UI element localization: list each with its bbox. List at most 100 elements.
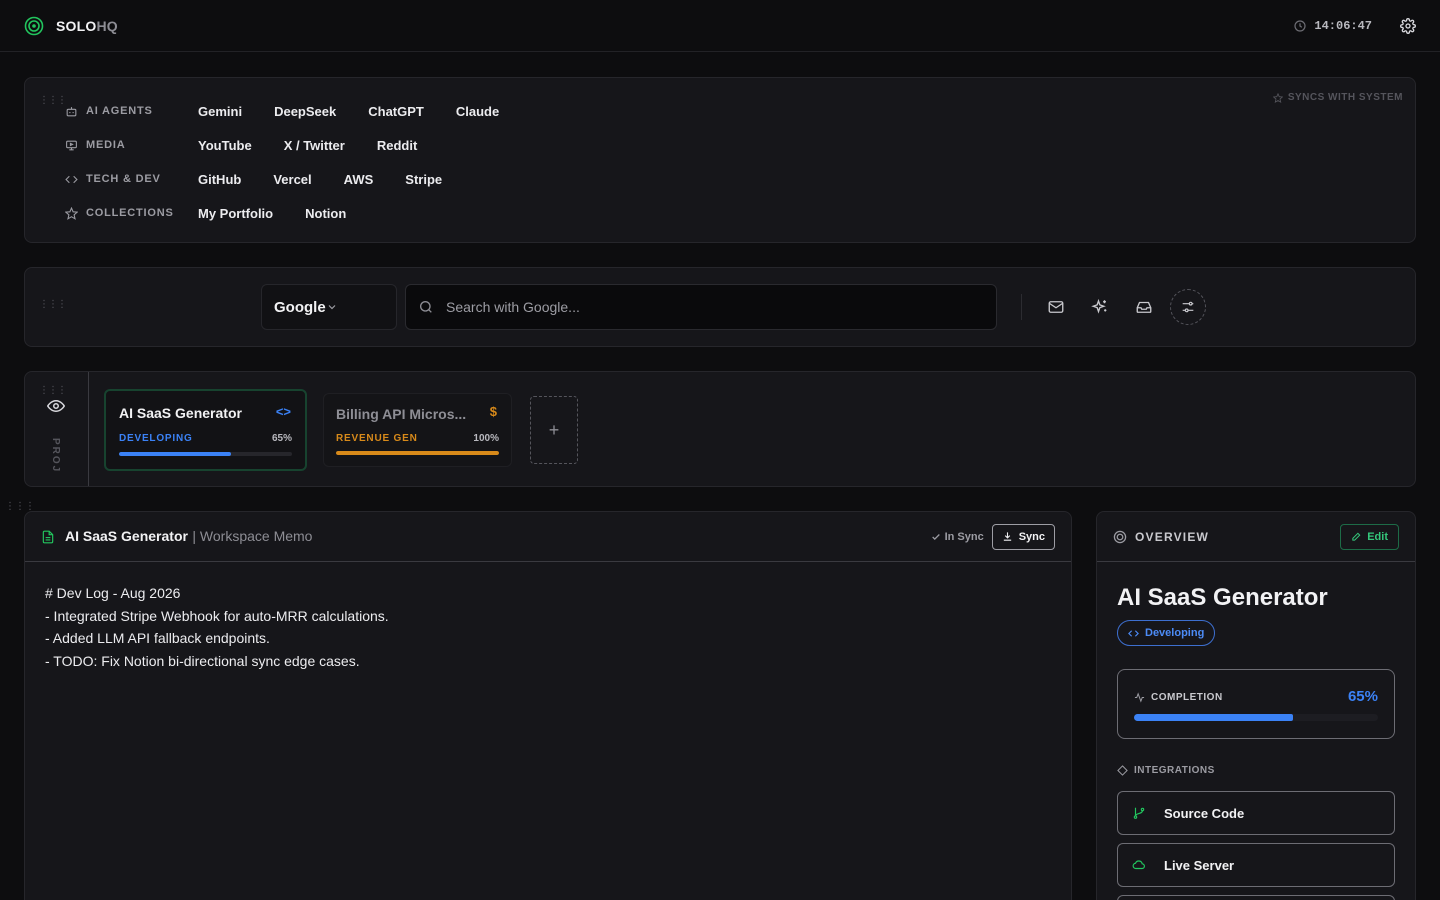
search-input[interactable] [446,299,966,315]
bookmark-row-collections: COLLECTIONS My Portfolio Notion [65,203,362,223]
monitor-icon [65,139,78,152]
inbox-button[interactable] [1126,289,1162,325]
category-media: MEDIA [65,139,198,152]
search-panel: ⋮⋮⋮ Google [24,267,1416,347]
category-label: COLLECTIONS [86,207,174,219]
integration-live-server[interactable]: Live Server [1117,843,1395,887]
bookmark-chatgpt[interactable]: ChatGPT [352,104,440,119]
bookmark-claude[interactable]: Claude [440,104,515,119]
category-label: TECH & DEV [86,173,161,185]
project-title: Billing API Micros... [336,406,467,422]
integration-source-code[interactable]: Source Code [1117,791,1395,835]
bookmark-row-ai-agents: AI AGENTS Gemini DeepSeek ChatGPT Claude [65,101,515,121]
bookmark-my-portfolio[interactable]: My Portfolio [198,206,289,221]
bookmark-stripe[interactable]: Stripe [389,172,458,187]
code-icon [1128,628,1139,639]
status-badge-label: Developing [1145,627,1205,639]
project-meta: REVENUE GEN 100% [336,433,499,444]
drag-handle-icon[interactable]: ⋮⋮⋮ [39,96,67,106]
edit-button[interactable]: Edit [1340,523,1399,550]
completion-card: COMPLETION 65% [1117,669,1395,739]
bookmarks-panel: ⋮⋮⋮ SYNCS WITH SYSTEM AI AGENTS Gemini D… [24,77,1416,243]
memo-line: - Added LLM API fallback endpoints. [45,630,270,646]
bookmark-x-twitter[interactable]: X / Twitter [268,138,361,153]
bookmark-reddit[interactable]: Reddit [361,138,433,153]
cloud-icon [1132,858,1146,872]
memo-subtitle: | Workspace Memo [192,527,313,544]
projects-panel: ⋮⋮⋮ PROJ AI SaaS Generator <> DEVELOPING… [24,371,1416,487]
search-icon [418,299,434,315]
project-status: DEVELOPING [119,433,193,444]
overview-header: OVERVIEW Edit [1097,512,1415,562]
brand-name-secondary: HQ [96,17,118,34]
memo-title: AI SaaS Generator [65,527,188,544]
bookmark-aws[interactable]: AWS [328,172,390,187]
bookmark-vercel[interactable]: Vercel [257,172,327,187]
category-label: AI AGENTS [86,105,153,117]
activity-icon [1134,692,1145,703]
project-progress-bar [119,452,292,456]
memo-editor[interactable]: # Dev Log - Aug 2026 - Integrated Stripe… [45,582,389,672]
tag-icon [1117,765,1128,776]
sync-status-label: In Sync [944,530,984,543]
gear-icon[interactable] [1400,17,1416,34]
project-progress-bar [336,451,499,455]
memo-line: # Dev Log - Aug 2026 [45,585,181,601]
add-project-button[interactable]: + [530,396,578,464]
bookmark-github[interactable]: GitHub [198,172,257,187]
sync-label: SYNCS WITH SYSTEM [1287,92,1403,103]
drag-handle-icon[interactable]: ⋮⋮⋮ [39,300,67,310]
search-engine-select[interactable]: Google [261,284,397,330]
project-card-billing-api[interactable]: Billing API Micros... $ REVENUE GEN 100% [323,393,512,467]
completion-label: COMPLETION [1151,692,1223,703]
overview-title: AI SaaS Generator [1117,584,1328,611]
download-icon [1002,531,1013,542]
sync-status: In Sync [931,531,984,543]
bookmark-row-tech-dev: TECH & DEV GitHub Vercel AWS Stripe [65,169,458,189]
sync-indicator: SYNCS WITH SYSTEM [1272,92,1403,103]
mail-button[interactable] [1038,289,1074,325]
bookmark-deepseek[interactable]: DeepSeek [258,104,352,119]
project-percent: 100% [473,433,499,444]
customize-button[interactable] [1170,289,1206,325]
ai-button[interactable] [1082,289,1118,325]
project-progress-fill [336,451,499,455]
memo-line: - Integrated Stripe Webhook for auto-MRR… [45,607,389,624]
bookmark-notion[interactable]: Notion [289,206,362,221]
bookmark-gemini[interactable]: Gemini [198,104,258,119]
bookmark-youtube[interactable]: YouTube [198,138,268,153]
integrations-label: INTEGRATIONS [1134,765,1215,776]
project-title: AI SaaS Generator [119,405,242,421]
mail-icon [1047,298,1065,316]
project-status: REVENUE GEN [336,433,418,444]
project-card-ai-saas[interactable]: AI SaaS Generator <> DEVELOPING 65% [104,389,307,471]
category-collections: COLLECTIONS [65,206,198,220]
divider [1021,294,1022,320]
integration-item[interactable] [1117,895,1395,900]
sync-button[interactable]: Sync [991,523,1055,550]
star-icon [65,206,78,220]
completion-progress-bar [1134,714,1378,721]
edit-button-label: Edit [1367,530,1388,543]
drag-handle-icon[interactable]: ⋮⋮⋮ [39,386,67,396]
projects-side-label: PROJ [50,438,61,474]
memo-line: - TODO: Fix Notion bi-directional sync e… [45,652,360,669]
check-icon [931,532,941,542]
memo-header: AI SaaS Generator | Workspace Memo In Sy… [25,512,1071,562]
memo-panel: AI SaaS Generator | Workspace Memo In Sy… [24,511,1072,900]
chevron-down-icon [326,301,338,313]
brand-name-primary: SOLO [56,17,97,34]
pencil-icon [1351,531,1362,542]
drag-handle-icon[interactable]: ⋮⋮⋮ [5,502,35,512]
project-meta: DEVELOPING 65% [119,433,292,444]
completion-percent: 65% [1347,688,1378,705]
document-icon [41,530,55,544]
completion-label-group: COMPLETION [1134,692,1223,703]
brand[interactable]: SOLOHQ [24,16,118,36]
category-tech-dev: TECH & DEV [65,173,198,186]
sync-button-label: Sync [1018,530,1045,543]
sparkles-icon [1091,298,1109,316]
projects-sidebar: ⋮⋮⋮ PROJ [25,372,89,486]
star-icon [1272,92,1283,103]
eye-icon[interactable] [47,397,65,415]
